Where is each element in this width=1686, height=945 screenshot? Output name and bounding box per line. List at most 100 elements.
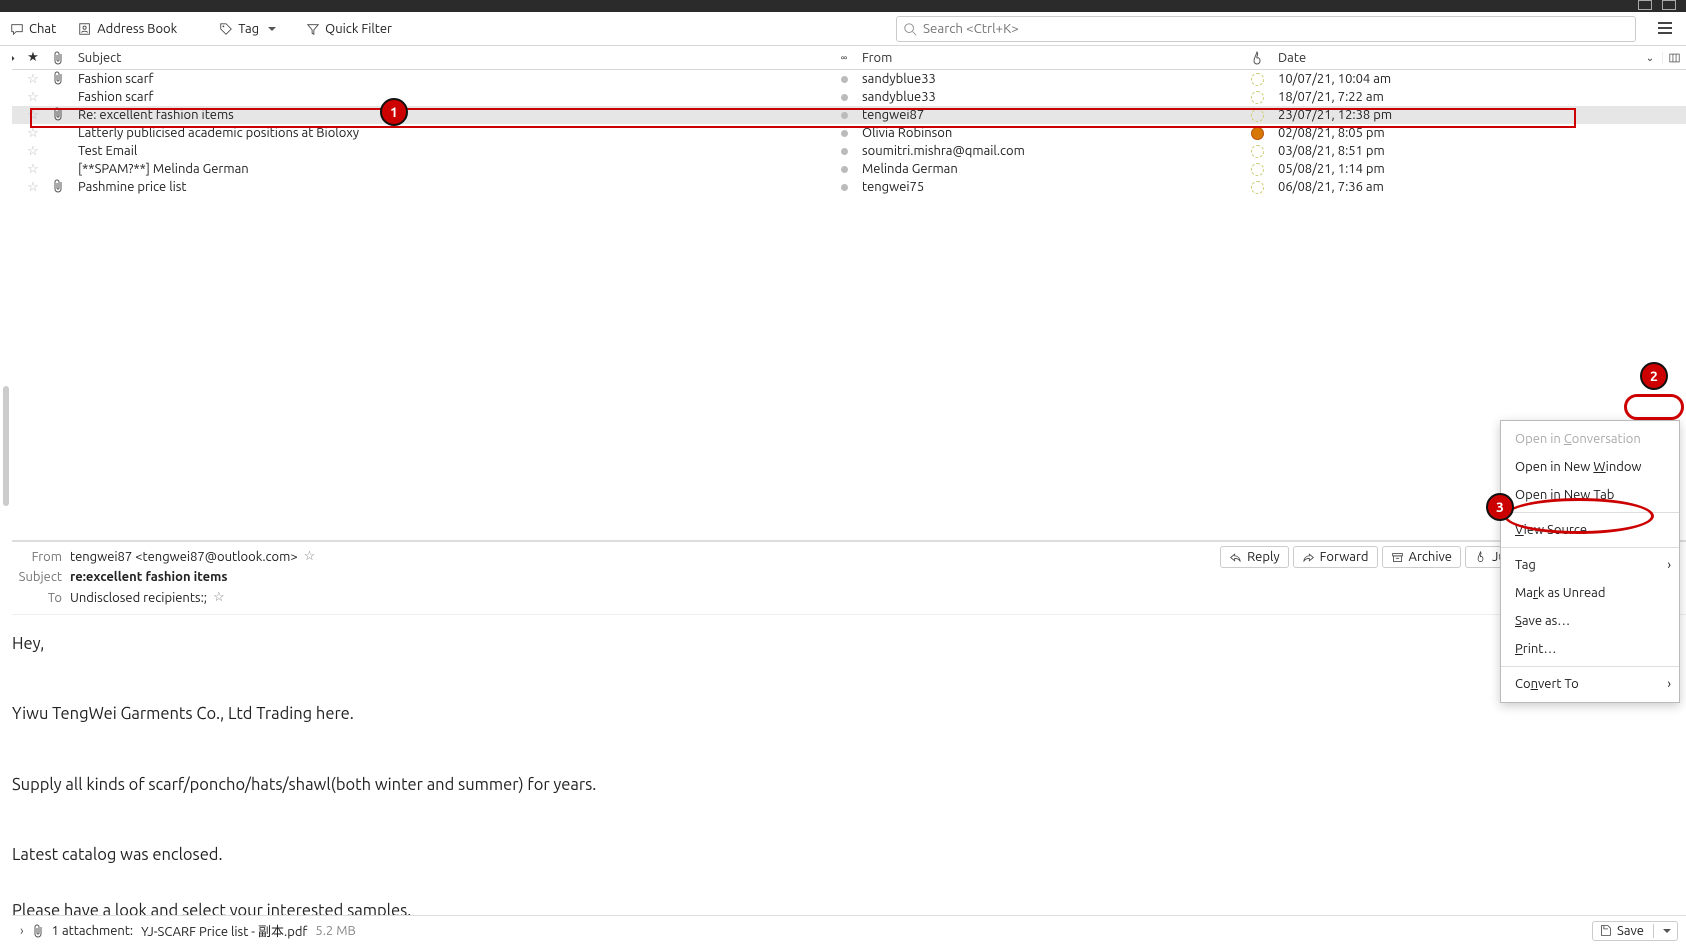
message-row[interactable]: ☆Latterly publicised academic positions … <box>0 124 1686 142</box>
star-cell[interactable]: ☆ <box>22 144 44 159</box>
star-cell[interactable]: ☆ <box>22 90 44 105</box>
menu-open-in-conversation: Open in Conversation <box>1501 425 1679 453</box>
address-book-label: Address Book <box>97 22 177 36</box>
attachment-name[interactable]: YJ-SCARF Price list - 副本.pdf <box>141 921 307 940</box>
menu-print[interactable]: Print… <box>1501 635 1679 663</box>
menu-save-as[interactable]: Save as… <box>1501 607 1679 635</box>
date-cell: 03/08/21, 8:51 pm <box>1272 144 1686 158</box>
chevron-down-icon: ⌄ <box>1646 52 1654 64</box>
col-subject-label: Subject <box>78 51 121 65</box>
from-text: sandyblue33 <box>862 90 936 104</box>
subject-cell: Re: excellent fashion items <box>72 108 832 122</box>
star-outline-icon: ☆ <box>27 108 39 123</box>
read-dot-icon <box>841 184 848 191</box>
window-control-icon[interactable] <box>1662 0 1676 10</box>
read-cell[interactable] <box>832 184 856 191</box>
date-text: 05/08/21, 1:14 pm <box>1278 162 1385 176</box>
menu-mark-unread[interactable]: Mark as Unread <box>1501 579 1679 607</box>
scrollbar-thumb[interactable] <box>3 386 9 506</box>
message-row[interactable]: ☆Fashion scarfsandyblue3310/07/21, 10:04… <box>0 70 1686 88</box>
app-menu-button[interactable] <box>1650 19 1680 39</box>
read-dot-icon <box>841 112 848 119</box>
body-line: Latest catalog was enclosed. <box>12 844 1674 866</box>
star-cell[interactable]: ☆ <box>22 72 44 87</box>
col-star[interactable]: ★ <box>22 50 44 65</box>
archive-icon <box>1391 551 1404 564</box>
col-date-label: Date <box>1278 51 1306 65</box>
col-sort-indicator[interactable]: ⌄ <box>1638 52 1662 64</box>
read-cell[interactable] <box>832 112 856 119</box>
search-input[interactable] <box>896 16 1636 42</box>
junk-cell[interactable] <box>1242 109 1272 122</box>
submenu-arrow-icon: › <box>1667 677 1671 691</box>
junk-cell[interactable] <box>1242 127 1272 140</box>
search-wrap <box>896 16 1636 42</box>
star-outline-icon: ☆ <box>27 180 39 195</box>
star-contact-icon[interactable]: ☆ <box>213 590 225 605</box>
col-attach[interactable] <box>44 51 72 65</box>
junk-cell[interactable] <box>1242 145 1272 158</box>
reply-icon <box>1229 551 1242 564</box>
message-header: From tengwei87 <tengwei87@outlook.com> ☆… <box>0 542 1686 614</box>
menu-separator <box>1501 666 1679 667</box>
message-row[interactable]: ☆[**SPAM?**] Melinda GermanMelinda Germa… <box>0 160 1686 178</box>
star-contact-icon[interactable]: ☆ <box>304 549 316 564</box>
from-text: tengwei75 <box>862 180 924 194</box>
date-text: 10/07/21, 10:04 am <box>1278 72 1391 86</box>
chat-button[interactable]: Chat <box>6 20 60 38</box>
save-dropdown-toggle[interactable] <box>1653 924 1671 938</box>
menu-open-in-new-tab[interactable]: Open in New Tab <box>1501 481 1679 509</box>
junk-cell[interactable] <box>1242 73 1272 86</box>
message-row[interactable]: ☆Pashmine price listtengwei7506/08/21, 7… <box>0 178 1686 196</box>
address-book-button[interactable]: Address Book <box>74 20 181 38</box>
reply-button[interactable]: Reply <box>1220 546 1289 568</box>
read-cell[interactable] <box>832 148 856 155</box>
submenu-arrow-icon: › <box>1667 558 1671 572</box>
read-cell[interactable] <box>832 94 856 101</box>
col-from[interactable]: From <box>856 51 1242 65</box>
junk-status-icon <box>1251 127 1264 140</box>
menu-tag[interactable]: Tag› <box>1501 551 1679 579</box>
quick-filter-button[interactable]: Quick Filter <box>302 20 396 38</box>
save-attachment-button[interactable]: Save <box>1592 921 1678 941</box>
from-cell: sandyblue33 <box>856 90 1242 104</box>
tag-button[interactable]: Tag <box>215 20 280 38</box>
menu-open-in-new-window[interactable]: Open in New Window <box>1501 453 1679 481</box>
forward-button[interactable]: Forward <box>1293 546 1378 568</box>
junk-status-icon <box>1251 145 1264 158</box>
star-cell[interactable]: ☆ <box>22 126 44 141</box>
read-cell[interactable] <box>832 76 856 83</box>
window-control-icon[interactable] <box>1638 0 1652 10</box>
col-picker[interactable] <box>1662 52 1686 64</box>
read-dot-icon <box>841 130 848 137</box>
read-cell[interactable] <box>832 130 856 137</box>
read-dot-icon <box>841 166 848 173</box>
col-date[interactable]: Date <box>1272 51 1638 65</box>
subject-value: re:excellent fashion items <box>70 570 228 584</box>
subject-text: Fashion scarf <box>78 72 153 86</box>
search-icon <box>903 22 917 36</box>
message-row[interactable]: ☆Fashion scarfsandyblue3318/07/21, 7:22 … <box>0 88 1686 106</box>
archive-button[interactable]: Archive <box>1382 546 1461 568</box>
star-cell[interactable]: ☆ <box>22 180 44 195</box>
junk-cell[interactable] <box>1242 181 1272 194</box>
read-cell[interactable] <box>832 166 856 173</box>
menu-convert-to[interactable]: Convert To › <box>1501 670 1679 698</box>
col-read[interactable]: ∞ <box>832 52 856 64</box>
message-row[interactable]: ☆Re: excellent fashion itemstengwei8723/… <box>0 106 1686 124</box>
read-dot-icon <box>841 148 848 155</box>
message-list[interactable]: ☆ Fashion scarf sandyblue33 10/07/21, 10:04… <box>0 70 1686 370</box>
junk-cell[interactable] <box>1242 91 1272 104</box>
star-outline-icon: ☆ <box>27 144 39 159</box>
star-cell[interactable]: ☆ <box>22 108 44 123</box>
filter-icon <box>306 22 320 36</box>
junk-cell[interactable] <box>1242 163 1272 176</box>
menu-view-source[interactable]: View Source <box>1501 516 1679 544</box>
col-subject[interactable]: Subject <box>72 51 832 65</box>
chevron-right-icon[interactable]: › <box>20 924 24 938</box>
col-junk[interactable] <box>1242 51 1272 65</box>
message-row[interactable]: ☆Test Emailsoumitri.mishra@qmail.com 03/… <box>0 142 1686 160</box>
from-text: Melinda German <box>862 162 958 176</box>
star-cell[interactable]: ☆ <box>22 162 44 177</box>
subject-cell: Fashion scarf <box>72 90 832 104</box>
